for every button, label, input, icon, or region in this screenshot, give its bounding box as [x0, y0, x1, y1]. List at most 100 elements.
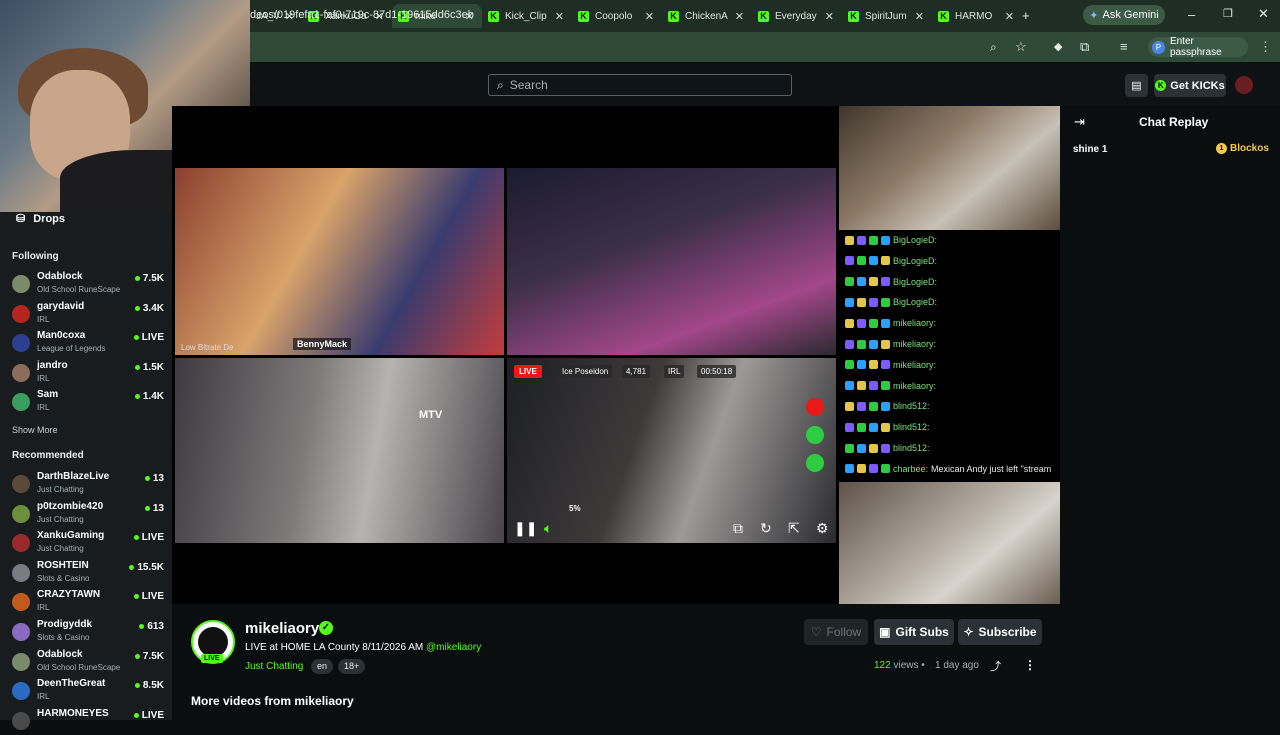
media-queue-icon[interactable]: ≡ [1120, 39, 1128, 54]
viewer-count: 1.4K [134, 391, 164, 402]
overlay-chat-message: BigLogieD: [845, 256, 940, 266]
overlay-green-button-1[interactable] [806, 426, 824, 444]
ask-gemini-button[interactable]: ✦ Ask Gemini [1083, 5, 1165, 25]
category-link[interactable]: Just Chatting [245, 661, 303, 672]
overlay-green-button-2[interactable] [806, 454, 824, 472]
video-feed-bottom-left: MTV [175, 358, 504, 543]
channel-category: IRL [37, 373, 50, 383]
kick-favicon-icon: K [758, 10, 769, 22]
browser-menu-icon[interactable]: ⋮ [1259, 39, 1272, 55]
sidebar-channel-item[interactable]: garydavid IRL 3.4K [12, 300, 164, 328]
close-tab-icon[interactable]: ✕ [825, 10, 834, 23]
get-kicks-button[interactable]: K Get KICKs [1154, 74, 1226, 97]
channel-name[interactable]: mikeliaory [245, 620, 319, 637]
browser-tab[interactable]: K HARMO ✕ [932, 4, 1022, 28]
passphrase-button[interactable]: P Enter passphrase [1148, 36, 1248, 58]
views-number: 122 [874, 660, 891, 671]
top-gifter-2[interactable]: 1 Blockos [1216, 143, 1269, 154]
stream-title-text: LIVE at HOME LA County 8/11/2026 AM [245, 642, 424, 653]
browser-tab[interactable]: K Kick_Clip ✕ [482, 4, 572, 28]
extension-diamond-icon[interactable]: ◆ [1054, 40, 1062, 53]
chat-badge-icon [869, 297, 878, 307]
chat-badge-icon [845, 235, 854, 245]
tag-language[interactable]: en [311, 659, 334, 674]
sidebar-channel-item[interactable]: XankuGaming Just Chatting LIVE [12, 529, 164, 557]
browser-tab[interactable]: K SpiritJum ✕ [842, 4, 932, 28]
sidebar-channel-item[interactable]: Prodigyddk Slots & Casino 613 [12, 618, 164, 646]
chat-badge-icon [869, 422, 878, 432]
chat-badge-icon [845, 381, 854, 391]
gift-subs-button[interactable]: ▣ Gift Subs [874, 619, 954, 645]
sidebar-channel-item[interactable]: p0tzombie420 Just Chatting 13 [12, 500, 164, 528]
stream-title: LIVE at HOME LA County 8/11/2026 AM @mik… [245, 642, 481, 653]
more-options-icon[interactable]: ⋮ [1024, 658, 1036, 672]
extensions-puzzle-icon[interactable]: ⧉ [1080, 39, 1089, 55]
stream-handle-link[interactable]: @mikeliaory [426, 642, 481, 653]
chat-badge-icon [857, 235, 866, 245]
user-avatar[interactable] [1235, 76, 1253, 94]
tag-age[interactable]: 18+ [338, 659, 366, 674]
layout-toggle-button[interactable]: ▤ [1125, 74, 1148, 97]
browser-tab[interactable]: K ChickenA ✕ [662, 4, 752, 28]
show-more-link[interactable]: Show More [12, 425, 58, 435]
viewer-count-text: 13 [152, 473, 164, 484]
sidebar-channel-item[interactable]: Man0coxa League of Legends LIVE [12, 329, 164, 357]
overlay-red-button[interactable] [806, 398, 824, 416]
chat-badge-icon [881, 318, 890, 328]
new-tab-icon[interactable]: + [1022, 8, 1030, 23]
overlay-chat-message: blind512: [845, 422, 933, 432]
browser-tab[interactable]: K Coopolo ✕ [572, 4, 662, 28]
sidebar-channel-item[interactable]: jandro IRL 1.5K [12, 359, 164, 387]
sidebar-channel-item[interactable]: DarthBlazeLive Just Chatting 13 [12, 470, 164, 498]
zoom-icon[interactable]: ⌕ [990, 40, 997, 55]
channel-avatar-small [12, 475, 30, 493]
overlay-chat-message: blind512: [845, 443, 933, 453]
channel-name-small: Sam [37, 389, 59, 401]
close-tab-icon[interactable]: ✕ [555, 10, 564, 23]
channel-category: League of Legends [37, 344, 106, 354]
settings-gear-icon[interactable]: ⚙ [816, 520, 829, 537]
popout-icon[interactable]: ⇱ [788, 520, 800, 537]
sidebar-channel-item[interactable]: Sam IRL 1.4K [12, 388, 164, 416]
channel-category: Just Chatting [37, 514, 84, 524]
close-tab-icon[interactable]: ✕ [645, 10, 654, 23]
close-tab-icon[interactable]: ✕ [915, 10, 924, 23]
sidebar-channel-item[interactable]: HARMONEYES LIVE [12, 707, 164, 735]
overlay-chat-message: BigLogieD: [845, 235, 940, 245]
sidebar-channel-item[interactable]: CRAZYTAWN IRL LIVE [12, 588, 164, 616]
subscribe-button[interactable]: ✧ Subscribe [958, 619, 1042, 645]
sidebar-channel-item[interactable]: ROSHTEIN Slots & Casino 15.5K [12, 559, 164, 587]
viewer-count: 1.5K [134, 362, 164, 373]
miniplayer-icon[interactable]: ⧉ [733, 520, 743, 537]
close-tab-icon[interactable]: ✕ [735, 10, 744, 23]
url-field[interactable]: deos/019fefa1-faf0-719c-87d1-19615dd6c3e… [250, 9, 474, 21]
overlay-chat-user: BigLogieD: [893, 255, 938, 266]
volume-icon[interactable]: 🔈︎ [544, 520, 552, 537]
tab-label: ChickenA [685, 10, 728, 22]
search-input[interactable]: ⌕ Search [488, 74, 792, 96]
maximize-icon[interactable]: ❐ [1223, 7, 1233, 20]
close-tab-icon[interactable]: ✕ [1005, 10, 1014, 23]
collapse-chat-icon[interactable]: ⇥ [1074, 114, 1085, 130]
chat-badge-icon [857, 318, 866, 328]
browser-tab[interactable]: K Everyday ✕ [752, 4, 842, 28]
top-gifter-1[interactable]: shine 1 [1073, 144, 1107, 155]
sidebar-channel-item[interactable]: Odablock Old School RuneScape 7.5K [12, 648, 164, 676]
search-placeholder: Search [509, 78, 548, 92]
close-window-icon[interactable]: ✕ [1258, 6, 1269, 22]
chat-badge-icon [845, 256, 854, 266]
rewind-icon[interactable]: ↻ [760, 520, 772, 537]
sidebar-channel-item[interactable]: Odablock Old School RuneScape 7.5K [12, 270, 164, 298]
viewer-count-text: LIVE [141, 709, 164, 721]
feed-caption: Low Bitrate De [181, 343, 234, 352]
sidebar-channel-item[interactable]: DeenTheGreat IRL 8.5K [12, 677, 164, 705]
chat-badge-icon [845, 277, 854, 287]
bookmark-star-icon[interactable]: ☆ [1015, 39, 1027, 55]
overlay-viewer-count: 4,781 [622, 365, 651, 378]
sidebar-item-drops[interactable]: ⛁ Drops [16, 212, 65, 226]
follow-button[interactable]: ♡ Follow [804, 619, 868, 645]
recommended-heading: Recommended [12, 450, 84, 461]
pause-icon[interactable]: ❚❚ [514, 520, 537, 537]
minimize-icon[interactable]: – [1188, 7, 1195, 22]
share-icon[interactable]: ⤴ [990, 658, 1001, 674]
